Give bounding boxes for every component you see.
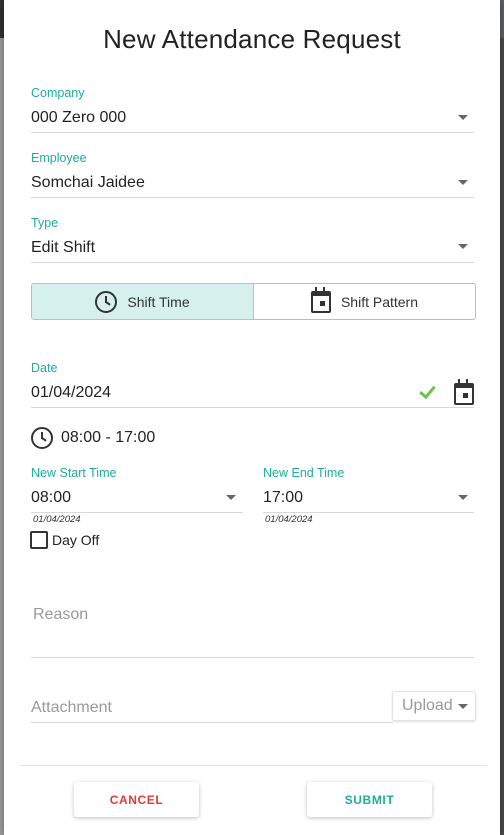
dialog-title: New Attendance Request — [103, 24, 401, 54]
new-end-time-underline — [263, 512, 474, 513]
shift-time-toggle-button[interactable]: Shift Time — [32, 284, 254, 319]
type-chevron-down-icon[interactable] — [458, 244, 468, 249]
submit-button[interactable]: SUBMIT — [307, 782, 432, 817]
new-start-time-chevron-down-icon[interactable] — [226, 495, 236, 500]
date-picker-calendar-icon[interactable] — [454, 379, 474, 405]
current-shift-clock-icon — [31, 427, 53, 449]
new-end-time-chevron-down-icon[interactable] — [458, 495, 468, 500]
current-shift-time: 08:00 - 17:00 — [61, 429, 156, 446]
new-end-time-select[interactable]: 17:00 — [263, 489, 303, 507]
cancel-button[interactable]: CANCEL — [74, 782, 199, 817]
new-end-date-hint: 01/04/2024 — [265, 514, 313, 525]
attachment-input[interactable]: Attachment — [31, 699, 112, 717]
calendar-icon — [310, 286, 331, 313]
day-off-label: Day Off — [52, 532, 100, 548]
company-label: Company — [31, 86, 85, 100]
shift-pattern-label: Shift Pattern — [340, 293, 419, 310]
new-start-time-label: New Start Time — [31, 466, 117, 480]
shift-mode-toggle: Shift Time Shift Pattern — [31, 283, 476, 320]
reason-underline — [31, 657, 474, 658]
upload-label: Upload — [402, 697, 453, 714]
clock-icon — [95, 290, 118, 313]
new-start-date-hint: 01/04/2024 — [33, 514, 81, 525]
company-underline — [31, 132, 474, 133]
date-input[interactable]: 01/04/2024 — [31, 384, 111, 402]
day-off-checkbox[interactable] — [30, 531, 48, 549]
new-start-time-select[interactable]: 08:00 — [31, 489, 71, 507]
shift-time-label: Shift Time — [127, 293, 190, 310]
shift-pattern-toggle-button[interactable]: Shift Pattern — [254, 284, 475, 319]
new-start-time-underline — [31, 512, 243, 513]
new-attendance-request-dialog: New Attendance Request Company 000 Zero … — [4, 0, 500, 835]
attachment-underline — [31, 722, 393, 723]
footer-divider — [20, 765, 487, 766]
employee-select[interactable]: Somchai Jaidee — [31, 174, 145, 192]
company-chevron-down-icon[interactable] — [458, 115, 468, 120]
upload-chevron-down-icon — [458, 704, 468, 709]
employee-label: Employee — [31, 151, 87, 165]
new-end-time-label: New End Time — [263, 466, 345, 480]
date-label: Date — [31, 361, 58, 375]
type-label: Type — [31, 216, 59, 230]
company-select[interactable]: 000 Zero 000 — [31, 109, 126, 127]
employee-chevron-down-icon[interactable] — [458, 180, 468, 185]
employee-underline — [31, 197, 474, 198]
upload-button[interactable]: Upload — [392, 691, 476, 721]
reason-input[interactable]: Reason — [33, 606, 88, 624]
check-icon — [419, 381, 436, 400]
date-underline — [31, 407, 474, 408]
type-select[interactable]: Edit Shift — [31, 239, 95, 257]
type-underline — [31, 262, 474, 263]
